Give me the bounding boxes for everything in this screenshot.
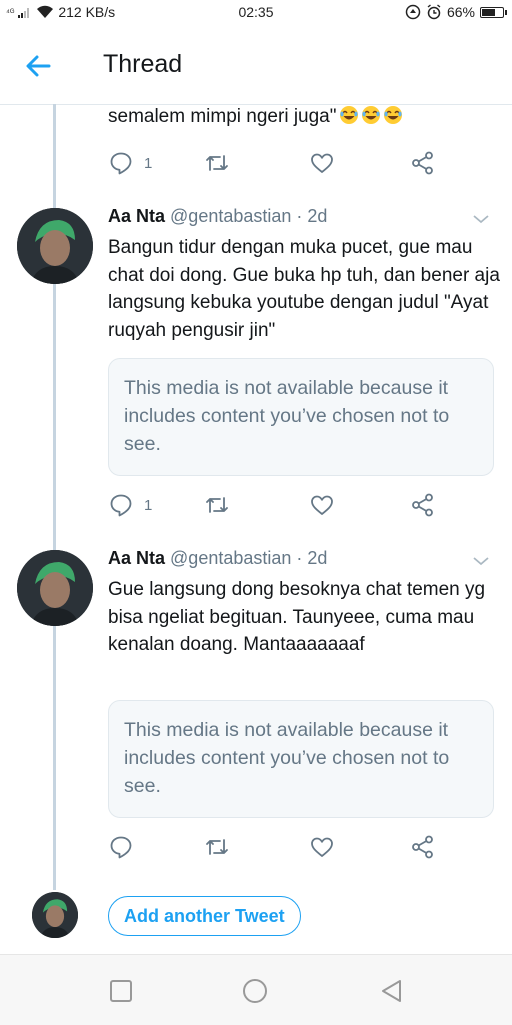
heart-icon: [311, 153, 333, 173]
heart-icon: [311, 837, 333, 857]
tweet-text-partial: semalem mimpi ngeri juga": [108, 105, 403, 128]
laughing-emoji-icon: [383, 106, 402, 124]
compose-row: Add another Tweet: [0, 890, 512, 950]
handle-and-time: @gentabastian · 2d: [170, 548, 328, 568]
tweet-actions: 1: [108, 492, 448, 518]
battery-level: [482, 8, 495, 16]
alarm-icon: [427, 4, 441, 20]
tweet-actions: 1: [108, 150, 448, 176]
reply-button[interactable]: 1: [108, 492, 152, 518]
battery-icon: [480, 6, 507, 18]
share-icon: [412, 151, 433, 175]
avatar[interactable]: [17, 208, 93, 284]
add-another-tweet-button[interactable]: Add another Tweet: [108, 896, 301, 936]
back-triangle-icon[interactable]: [378, 977, 406, 1005]
tweet-text: semalem mimpi ngeri juga": [108, 106, 337, 127]
heart-icon: [311, 495, 333, 515]
media-unavailable-notice: This media is not available because it i…: [108, 358, 494, 476]
laughing-emoji-icon: [361, 106, 380, 124]
like-button[interactable]: [309, 150, 335, 176]
share-icon: [412, 493, 433, 517]
status-bar: ⁴ᴳ 212 KB/s 02:35 66%: [0, 0, 512, 26]
retweet-button[interactable]: [204, 492, 230, 518]
display-name[interactable]: Aa Nta: [108, 206, 165, 226]
chevron-down-icon[interactable]: [472, 213, 490, 225]
home-icon[interactable]: [241, 977, 269, 1005]
retweet-icon: [206, 839, 228, 855]
retweet-button[interactable]: [204, 150, 230, 176]
arrow-left-icon[interactable]: [22, 50, 54, 82]
reply-button[interactable]: [108, 834, 144, 860]
data-saver-icon: [405, 4, 421, 20]
system-nav-bar: [0, 954, 512, 1025]
tweet-text: Bangun tidur dengan muka pucet, gue mau …: [108, 237, 500, 341]
profile-photo: [17, 208, 93, 284]
display-name[interactable]: Aa Nta: [108, 548, 165, 568]
app-bar: Thread: [0, 26, 512, 105]
share-icon: [412, 835, 433, 859]
share-button[interactable]: [410, 150, 436, 176]
laughing-emoji-icon: [339, 106, 358, 124]
reply-button[interactable]: 1: [108, 150, 152, 176]
recent-apps-icon[interactable]: [107, 977, 135, 1005]
page-title: Thread: [103, 50, 183, 78]
reply-count: 1: [144, 154, 153, 172]
like-button[interactable]: [309, 834, 335, 860]
tweet-header: Aa Nta @gentabastian · 2d: [108, 548, 327, 569]
retweet-icon: [206, 497, 228, 513]
avatar[interactable]: [17, 550, 93, 626]
reply-count: 1: [144, 496, 153, 514]
tweet-header: Aa Nta @gentabastian · 2d: [108, 206, 327, 227]
handle-and-time: @gentabastian · 2d: [170, 206, 328, 226]
reply-icon: [110, 152, 132, 175]
media-unavailable-notice: This media is not available because it i…: [108, 700, 494, 818]
retweet-icon: [206, 155, 228, 171]
share-button[interactable]: [410, 834, 436, 860]
like-button[interactable]: [309, 492, 335, 518]
tweet-text: Gue langsung dong besoknya chat temen yg…: [108, 579, 486, 655]
reply-icon: [110, 494, 132, 517]
share-button[interactable]: [410, 492, 436, 518]
retweet-button[interactable]: [204, 834, 230, 860]
chevron-down-icon[interactable]: [472, 555, 490, 567]
reply-icon: [110, 836, 132, 859]
profile-photo: [17, 550, 93, 626]
tweet-actions: [108, 834, 448, 860]
profile-photo: [32, 892, 78, 938]
battery-percent: 66%: [446, 4, 475, 20]
avatar[interactable]: [32, 892, 78, 938]
